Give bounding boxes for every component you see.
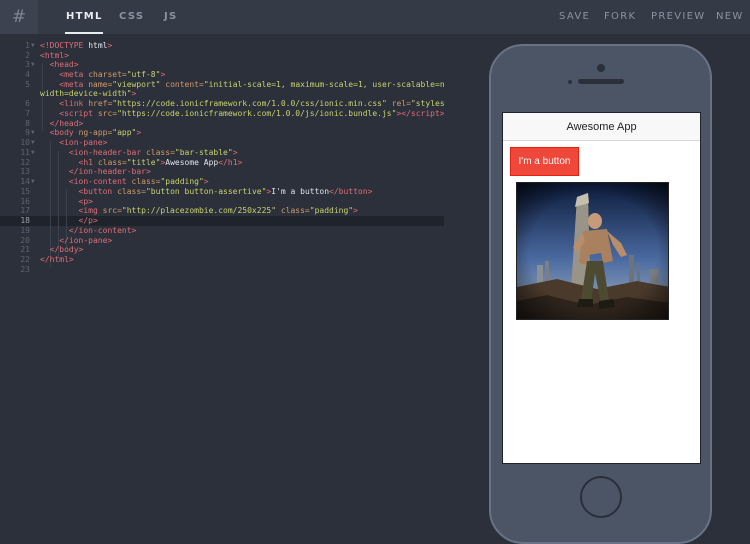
tab-html[interactable]: HTML bbox=[65, 0, 103, 34]
fold-arrow-icon[interactable]: ▼ bbox=[31, 41, 35, 51]
line-number: 22 bbox=[20, 255, 30, 264]
code-editor[interactable]: 1 2 3 4 5 6 7 8 9 10 11 12 13 14 15 16 17 18 19 20 21 22 23 ▼ … bbox=[0, 34, 474, 537]
line-number: 6 bbox=[25, 99, 30, 108]
speaker-grille bbox=[578, 79, 624, 84]
line-number: 15 bbox=[20, 187, 30, 196]
code-line: </p> bbox=[78, 216, 98, 225]
line-number: 17 bbox=[20, 206, 30, 215]
tab-css[interactable]: CSS bbox=[119, 0, 144, 34]
code-line: <ion-header-bar class="bar-stable"> bbox=[68, 148, 238, 157]
code-line: </body> bbox=[49, 245, 84, 254]
app-header-bar: Awesome App bbox=[503, 113, 700, 141]
code-line: <ion-content class="padding"> bbox=[68, 177, 209, 186]
code-line: <button class="button button-assertive">… bbox=[78, 187, 373, 196]
zombie-image bbox=[516, 182, 669, 320]
assertive-button[interactable]: I'm a button bbox=[510, 147, 579, 176]
phone-frame: Awesome App I'm a button bbox=[489, 44, 712, 544]
line-number bbox=[0, 89, 30, 99]
line-number: 11 bbox=[20, 148, 30, 157]
code-line: <link href="https://code.ionicframework.… bbox=[59, 99, 473, 108]
line-number: 1 bbox=[25, 41, 30, 50]
code-line: <body ng-app="app"> bbox=[49, 128, 142, 137]
fold-arrow-icon[interactable]: ▼ bbox=[31, 177, 35, 187]
code-line: <script src="https://code.ionicframework… bbox=[59, 109, 445, 118]
fold-arrow-icon[interactable]: ▼ bbox=[31, 128, 35, 138]
preview-pane: Awesome App I'm a button bbox=[444, 34, 750, 544]
phone-screen: Awesome App I'm a button bbox=[502, 112, 701, 464]
code-line: <meta charset="utf-8"> bbox=[59, 70, 166, 79]
code-line: </ion-content> bbox=[68, 226, 137, 235]
code-line: <img src="http://placezombie.com/250x225… bbox=[78, 206, 358, 215]
code-line: <ion-pane> bbox=[59, 138, 108, 147]
sensor-dot bbox=[568, 80, 572, 84]
fold-arrow-icon[interactable]: ▼ bbox=[31, 138, 35, 148]
line-number: 13 bbox=[20, 167, 30, 176]
line-number: 3 bbox=[25, 60, 30, 69]
line-number: 18 bbox=[20, 216, 30, 225]
fold-arrow-icon[interactable]: ▼ bbox=[31, 60, 35, 70]
code-line: </ion-header-bar> bbox=[68, 167, 151, 176]
app-title: Awesome App bbox=[566, 121, 637, 133]
camera-icon bbox=[597, 64, 605, 72]
code-line: width=device-width"> bbox=[40, 89, 137, 98]
code-line: <!DOCTYPE html> bbox=[40, 41, 113, 50]
line-number: 14 bbox=[20, 177, 30, 186]
hash-logo-icon[interactable]: # bbox=[0, 0, 38, 34]
code-line: <head> bbox=[49, 60, 79, 69]
line-number: 7 bbox=[25, 109, 30, 118]
line-number: 21 bbox=[20, 245, 30, 254]
preview-button[interactable]: PREVIEW bbox=[651, 0, 705, 34]
line-number: 4 bbox=[25, 70, 30, 79]
line-number: 9 bbox=[25, 128, 30, 137]
home-button[interactable] bbox=[580, 476, 622, 518]
code-line: </html> bbox=[40, 255, 74, 264]
line-number: 10 bbox=[20, 138, 30, 147]
zombie-photo-graphic bbox=[517, 183, 668, 319]
line-number: 19 bbox=[20, 226, 30, 235]
new-button[interactable]: NEW bbox=[716, 0, 744, 34]
top-toolbar: # HTML CSS JS SAVE FORK PREVIEW NEW bbox=[0, 0, 750, 34]
save-button[interactable]: SAVE bbox=[559, 0, 590, 34]
line-number: 23 bbox=[20, 265, 30, 274]
tab-js[interactable]: JS bbox=[164, 0, 178, 34]
fork-button[interactable]: FORK bbox=[604, 0, 636, 34]
fold-arrow-icon[interactable]: ▼ bbox=[31, 148, 35, 158]
